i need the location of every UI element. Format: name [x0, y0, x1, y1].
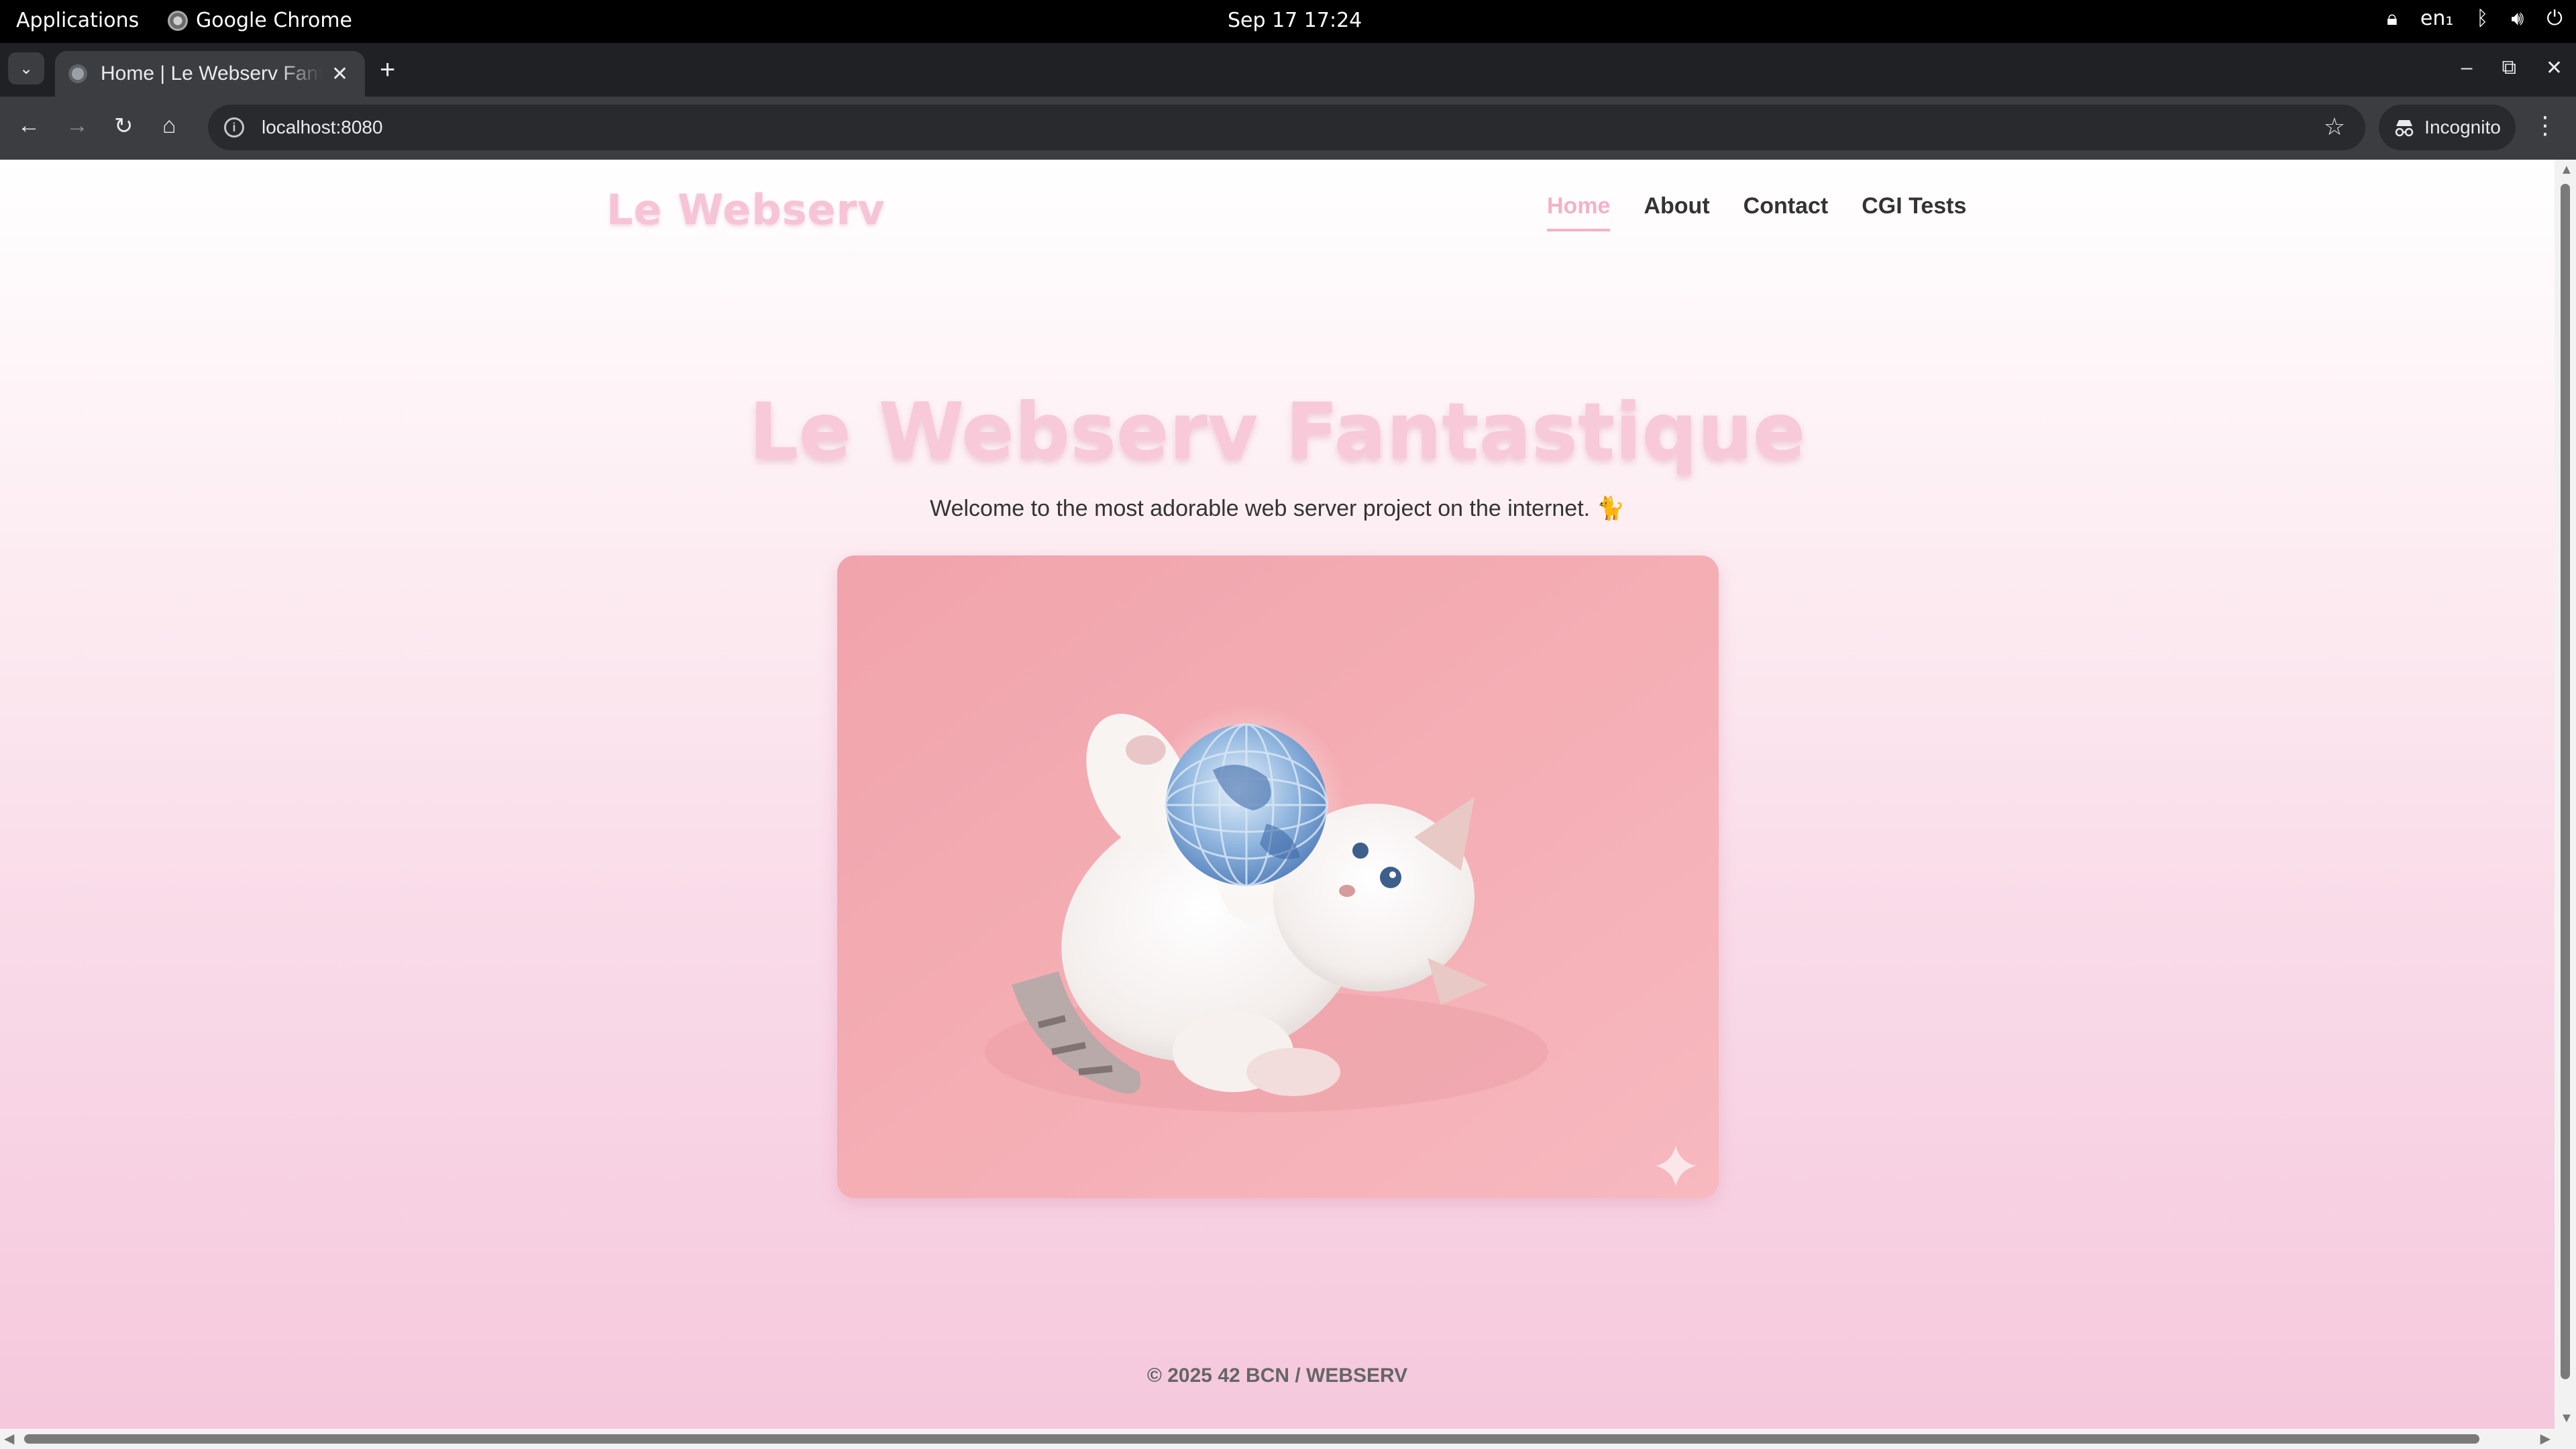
close-tab-icon[interactable]: ✕: [331, 62, 348, 86]
address-bar[interactable]: i localhost:8080 ☆: [208, 105, 2365, 150]
new-tab-button[interactable]: +: [380, 55, 395, 85]
reload-icon[interactable]: ↻: [114, 113, 133, 140]
system-tray[interactable]: 🔒︎ en₁ ᛒ 🔊︎ ⏻: [2387, 7, 2563, 30]
site-info-icon[interactable]: i: [224, 117, 244, 138]
system-top-bar: Applications Google Chrome Sep 17 17:24 …: [0, 0, 2576, 43]
browser-menu-icon[interactable]: ⋮: [2533, 111, 2557, 140]
applications-menu[interactable]: Applications: [16, 9, 139, 32]
home-icon[interactable]: ⌂: [162, 113, 176, 139]
main-nav: Home About Contact CGI Tests: [1547, 193, 1966, 231]
back-arrow-icon[interactable]: ←: [17, 113, 40, 139]
scroll-left-arrow-icon[interactable]: ◀: [4, 1430, 14, 1447]
incognito-label: Incognito: [2424, 117, 2501, 138]
site-logo[interactable]: Le Webserv: [606, 185, 885, 234]
tab-title: Home | Le Webserv Fantastique: [101, 62, 322, 85]
bookmark-star-icon[interactable]: ☆: [2324, 113, 2345, 141]
browser-tab-strip: ⌄ Home | Le Webserv Fantastique ✕ + – ⧉ …: [0, 43, 2576, 97]
nav-link-home[interactable]: Home: [1547, 193, 1611, 231]
url-text[interactable]: localhost:8080: [262, 117, 383, 138]
scrollbar-corner: [2555, 1429, 2576, 1449]
vertical-scrollbar[interactable]: ▲ ▼: [2555, 160, 2576, 1429]
bluetooth-icon: ᛒ: [2476, 7, 2489, 30]
scroll-up-arrow-icon[interactable]: ▲: [2560, 162, 2573, 178]
nav-link-contact[interactable]: Contact: [1743, 193, 1829, 231]
hero-title: Le Webserv Fantastique: [749, 386, 1806, 477]
globe-icon: [68, 64, 87, 83]
forward-arrow-icon[interactable]: →: [66, 113, 89, 139]
horizontal-scrollbar[interactable]: ◀ ▶: [0, 1429, 2555, 1449]
incognito-indicator[interactable]: Incognito: [2379, 105, 2516, 150]
minimize-icon[interactable]: –: [2461, 56, 2473, 80]
horizontal-scroll-thumb[interactable]: [24, 1434, 2479, 1444]
scroll-right-arrow-icon[interactable]: ▶: [2540, 1430, 2551, 1447]
power-icon: ⏻: [2546, 7, 2563, 30]
hero-subtitle: Welcome to the most adorable web server …: [930, 496, 1625, 521]
close-window-icon[interactable]: ✕: [2546, 56, 2563, 80]
active-app-indicator[interactable]: Google Chrome: [168, 9, 352, 32]
kitten-hero-image: [837, 555, 1719, 1198]
window-controls: – ⧉ ✕: [2461, 56, 2563, 80]
scroll-down-arrow-icon[interactable]: ▼: [2560, 1411, 2573, 1426]
chevron-down-icon: ⌄: [19, 59, 34, 78]
tab-search-button[interactable]: ⌄: [8, 52, 44, 85]
volume-icon: 🔊︎: [2511, 7, 2524, 30]
site-header: Le Webserv Home About Contact CGI Tests: [0, 160, 2555, 254]
site-footer: © 2025 42 BCN / WEBSERV: [1146, 1364, 1408, 1387]
browser-toolbar: ← → ↻ ⌂ i localhost:8080 ☆ Incognito ⋮: [0, 97, 2576, 160]
clock[interactable]: Sep 17 17:24: [1228, 9, 1362, 32]
active-app-name: Google Chrome: [196, 9, 352, 32]
nav-link-cgi-tests[interactable]: CGI Tests: [1862, 193, 1966, 231]
page-viewport: Le Webserv Home About Contact CGI Tests …: [0, 160, 2555, 1429]
nav-link-about[interactable]: About: [1644, 193, 1709, 231]
kitten-with-globe-illustration: [837, 555, 1719, 1198]
chrome-app-icon: [168, 10, 188, 31]
lock-icon: 🔒︎: [2386, 7, 2398, 30]
keyboard-layout-indicator[interactable]: en₁: [2420, 7, 2454, 30]
browser-tab-home[interactable]: Home | Le Webserv Fantastique ✕: [55, 51, 365, 97]
restore-icon[interactable]: ⧉: [2502, 56, 2516, 80]
vertical-scroll-thumb[interactable]: [2561, 184, 2570, 1379]
incognito-icon: [2395, 120, 2414, 137]
